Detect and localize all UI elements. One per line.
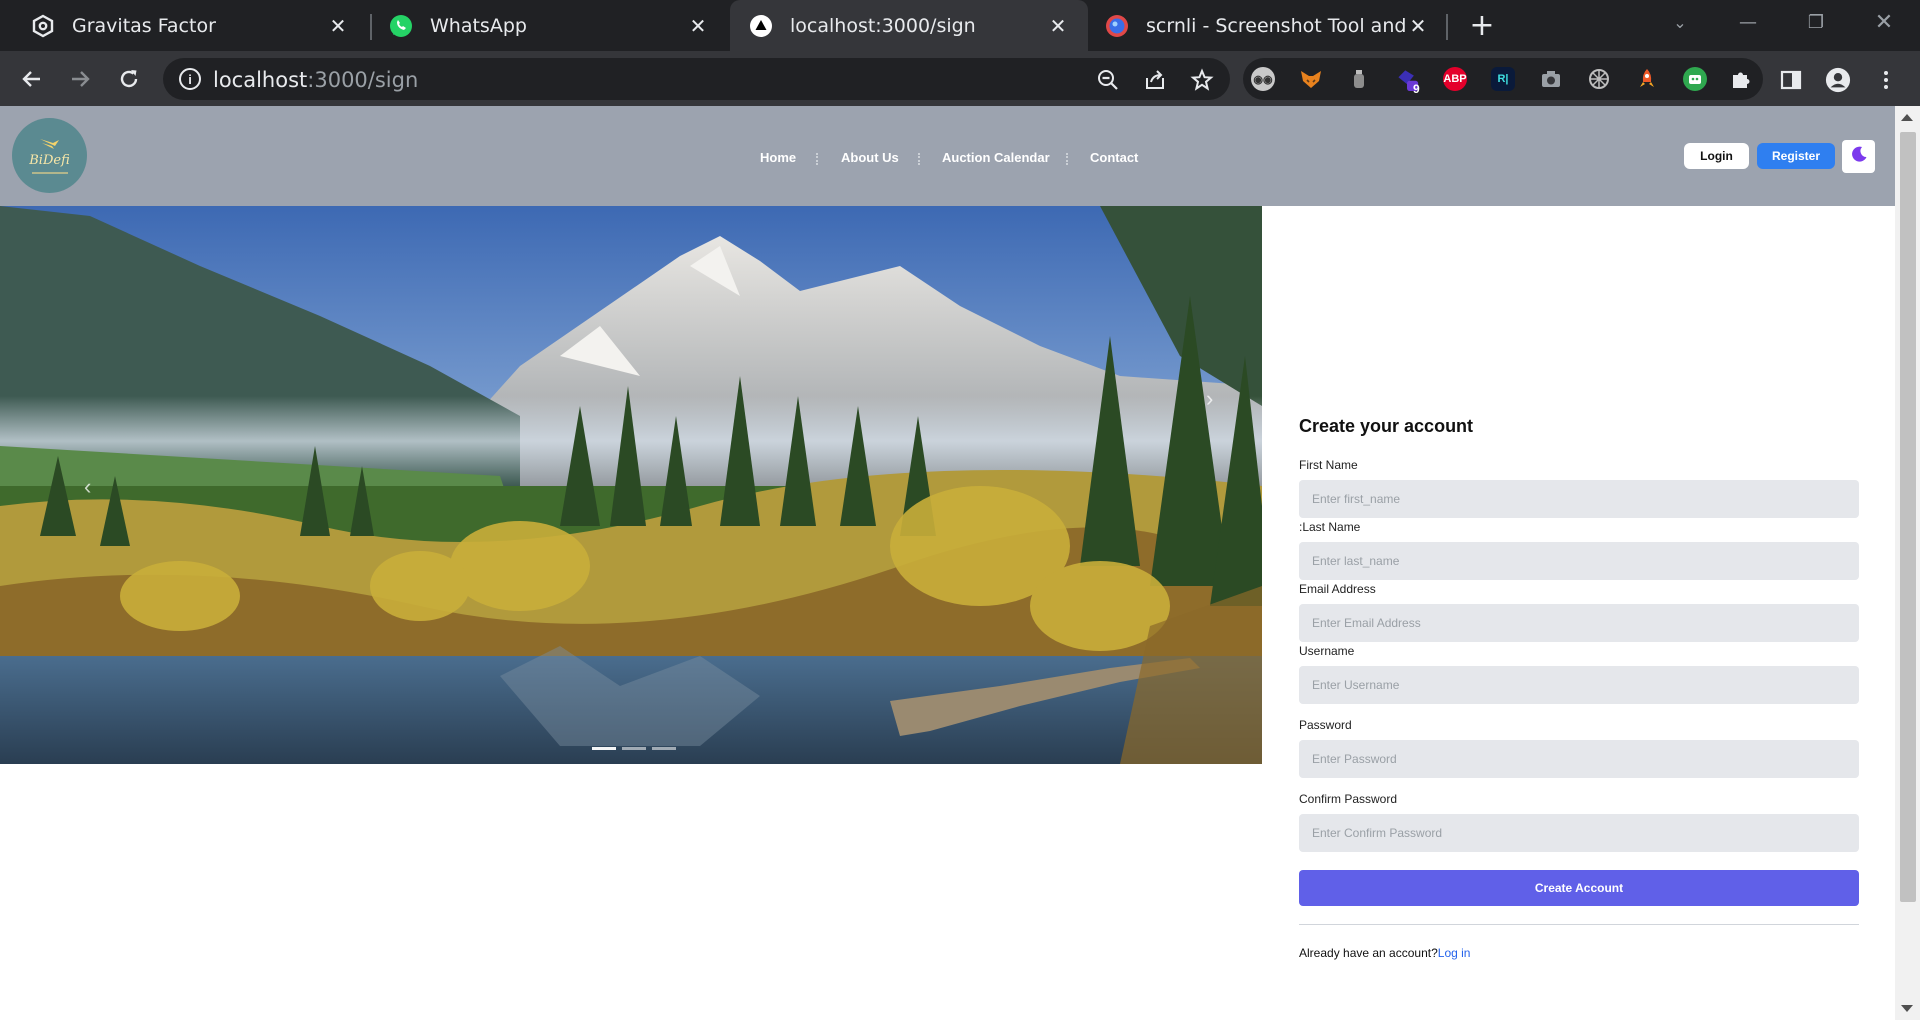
form-divider — [1299, 924, 1859, 925]
hero-carousel: ‹ › — [0, 206, 1262, 764]
new-tab-plus-icon[interactable]: + — [1465, 8, 1499, 43]
nav-divider — [816, 153, 818, 165]
address-bar[interactable]: i localhost:3000/sign — [163, 58, 1230, 100]
last-name-label: :Last Name — [1299, 520, 1361, 534]
already-have-account-text: Already have an account? — [1299, 946, 1438, 960]
side-panel-icon[interactable] — [1778, 67, 1804, 93]
fox-icon[interactable] — [1299, 67, 1323, 91]
close-icon[interactable]: ✕ — [1046, 14, 1070, 38]
restore-icon[interactable]: ❐ — [1786, 0, 1846, 44]
robot-icon[interactable] — [1683, 67, 1707, 91]
info-icon[interactable]: i — [179, 68, 201, 90]
page-viewport: BiDefi Home About Us Auction Calendar Co… — [0, 106, 1895, 1020]
email-input[interactable] — [1299, 604, 1859, 642]
carousel-indicators — [592, 747, 676, 750]
carousel-indicator[interactable] — [622, 747, 646, 750]
carousel-next-chevron-icon[interactable]: › — [1206, 386, 1222, 411]
url-text: localhost:3000/sign — [213, 68, 419, 92]
nav-home[interactable]: Home — [760, 150, 796, 165]
form-title: Create your account — [1299, 416, 1474, 436]
camera-icon[interactable] — [1539, 67, 1563, 91]
zoom-out-icon[interactable] — [1096, 68, 1120, 92]
share-icon[interactable] — [1143, 68, 1167, 92]
profile-avatar-icon[interactable] — [1825, 67, 1851, 93]
tab-title: scrnli - Screenshot Tool and Edito — [1146, 14, 1406, 37]
landscape-image — [0, 206, 1262, 764]
login-button[interactable]: Login — [1684, 143, 1749, 169]
login-prompt: Already have an account?Log in — [1299, 946, 1470, 960]
owl-icon[interactable]: ◉◉ — [1251, 67, 1275, 91]
tab-search-chevron-icon[interactable]: ⌄ — [1650, 0, 1710, 44]
window-close-icon[interactable]: ✕ — [1854, 0, 1914, 44]
tab-whatsapp[interactable]: WhatsApp ✕ — [372, 0, 728, 51]
page-scrollbar[interactable] — [1895, 106, 1920, 1020]
confirm-password-input[interactable] — [1299, 814, 1859, 852]
carousel-indicator[interactable] — [652, 747, 676, 750]
rw-icon[interactable]: R| — [1491, 67, 1515, 91]
scroll-up-arrow-icon[interactable] — [1901, 114, 1913, 121]
carousel-prev-chevron-icon[interactable]: ‹ — [84, 474, 100, 499]
carousel-indicator[interactable] — [592, 747, 616, 750]
triangle-logo-icon — [748, 13, 774, 39]
reload-icon[interactable] — [111, 61, 147, 97]
tab-title: WhatsApp — [430, 14, 527, 37]
username-input[interactable] — [1299, 666, 1859, 704]
username-label: Username — [1299, 644, 1355, 658]
last-name-input[interactable] — [1299, 542, 1859, 580]
browser-toolbar: i localhost:3000/sign ◉◉ 9 ABP R| — [0, 51, 1920, 106]
gear-flower-icon[interactable] — [1587, 67, 1611, 91]
password-label: Password — [1299, 718, 1352, 732]
puzzle-icon[interactable] — [1729, 67, 1753, 91]
bottle-icon[interactable] — [1347, 67, 1371, 91]
extension-badge: 9 — [1413, 82, 1420, 96]
login-link[interactable]: Log in — [1438, 946, 1471, 960]
logo-underline — [31, 172, 68, 174]
confirm-password-label: Confirm Password — [1299, 792, 1398, 806]
abp-icon[interactable]: ABP — [1443, 67, 1467, 91]
nav-contact[interactable]: Contact — [1090, 150, 1138, 165]
first-name-input[interactable] — [1299, 480, 1859, 518]
dark-mode-toggle[interactable] — [1842, 140, 1875, 173]
nav-auction-calendar[interactable]: Auction Calendar — [942, 150, 1050, 165]
scrollbar-thumb[interactable] — [1900, 132, 1916, 902]
hexagon-icon — [30, 13, 56, 39]
close-icon[interactable]: ✕ — [686, 14, 710, 38]
tab-separator — [1446, 14, 1448, 40]
extensions-tray: ◉◉ 9 ABP R| — [1243, 58, 1763, 100]
close-icon[interactable]: ✕ — [1406, 14, 1430, 38]
scrnli-icon — [1104, 13, 1130, 39]
email-label: Email Address — [1299, 582, 1376, 596]
moon-icon — [1850, 145, 1868, 168]
bookmark-star-icon[interactable] — [1190, 68, 1214, 92]
close-icon[interactable]: ✕ — [326, 14, 350, 38]
tab-title: localhost:3000/sign — [790, 14, 976, 37]
register-button[interactable]: Register — [1757, 143, 1835, 169]
back-arrow-icon[interactable] — [14, 61, 50, 97]
scroll-down-arrow-icon[interactable] — [1901, 1005, 1913, 1012]
nav-divider — [1066, 153, 1068, 165]
create-account-button[interactable]: Create Account — [1299, 870, 1859, 906]
whatsapp-icon — [388, 13, 414, 39]
site-header: BiDefi Home About Us Auction Calendar Co… — [0, 106, 1895, 206]
main-nav: Home About Us Auction Calendar Contact — [0, 150, 1895, 170]
minimize-icon[interactable]: — — [1718, 0, 1778, 44]
password-input[interactable] — [1299, 740, 1859, 778]
tab-scrnli[interactable]: scrnli - Screenshot Tool and Edito ✕ — [1090, 0, 1448, 51]
forward-arrow-icon[interactable] — [62, 61, 98, 97]
tab-localhost-sign[interactable]: localhost:3000/sign ✕ — [730, 0, 1088, 51]
rocket-icon[interactable] — [1635, 67, 1659, 91]
browser-tab-strip: Gravitas Factor ✕ WhatsApp ✕ localhost:3… — [0, 0, 1920, 51]
nav-about-us[interactable]: About Us — [841, 150, 899, 165]
first-name-label: First Name — [1299, 458, 1358, 472]
tab-title: Gravitas Factor — [72, 14, 216, 37]
nav-divider — [918, 153, 920, 165]
tab-gravitas-factor[interactable]: Gravitas Factor ✕ — [0, 0, 368, 51]
kebab-menu-icon[interactable] — [1873, 67, 1899, 93]
